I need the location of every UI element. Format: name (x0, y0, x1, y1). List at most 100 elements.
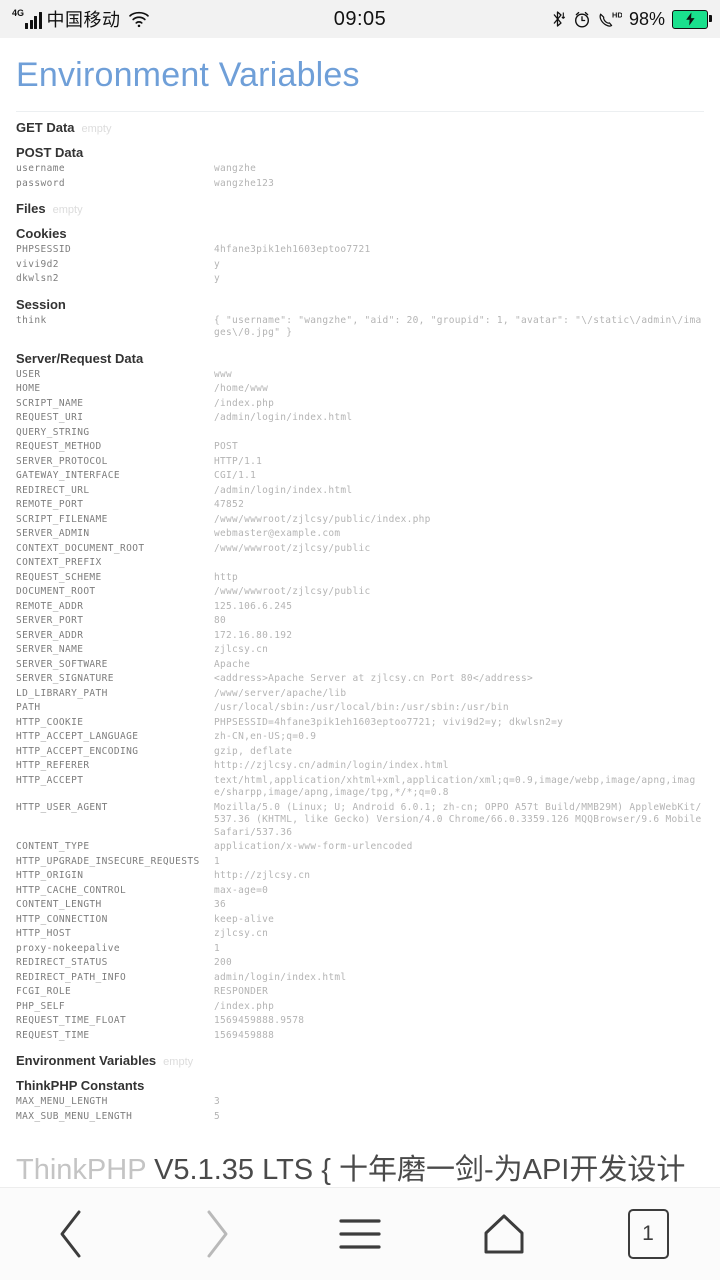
row-value: /usr/local/sbin:/usr/local/bin:/usr/sbin… (214, 702, 509, 713)
table-row: USER www (16, 368, 704, 383)
table-row: REQUEST_SCHEME http (16, 571, 704, 586)
section: Files empty (16, 201, 704, 216)
table-row: REDIRECT_URL/admin/login/index.html (16, 484, 704, 499)
row-value: /admin/login/index.html (214, 412, 353, 423)
row-value: http://zjlcsy.cn/admin/login/index.html (214, 760, 449, 771)
row-key: SERVER_NAME (16, 644, 84, 655)
row-key: HTTP_COOKIE (16, 716, 84, 728)
home-button[interactable] (449, 1198, 559, 1270)
table-row: HTTP_HOST zjlcsy.cn (16, 927, 704, 942)
table-row: PHP_SELF/index.php (16, 1000, 704, 1015)
table-row: CONTENT_TYPE application/x-www-form-urlen… (16, 840, 704, 855)
row-value: y (214, 258, 221, 270)
section-heading-label: POST Data (16, 145, 84, 160)
table-row: HOME/home/www (16, 382, 704, 397)
row-value: 172.16.80.192 (214, 629, 293, 641)
row-value: max-age=0 (214, 884, 269, 896)
table-row: SERVER_NAME zjlcsy.cn (16, 643, 704, 658)
row-value: CGI/1.1 (214, 470, 257, 481)
table-row: HTTP_USER_AGENT Mozilla/5.0 (Linux; U; An… (16, 801, 704, 841)
section-heading: Session (16, 297, 704, 312)
back-button[interactable] (17, 1198, 127, 1270)
row-value: 5 (214, 1110, 221, 1122)
row-key: SERVER_PROTOCOL (16, 455, 108, 467)
row-value: POST (214, 441, 239, 452)
row-value: admin/login/index.html (214, 971, 347, 983)
row-value: PHPSESSID=4hfane3pik1eh1603eptoo7721; vi… (214, 716, 564, 728)
row-value: /index.php (214, 397, 275, 409)
row-key: HTTP_ACCEPT (16, 774, 84, 786)
row-key: QUERY_STRING (16, 426, 90, 438)
table-row: proxy-nokeepalive 1 (16, 942, 704, 957)
thinkphp-label: ThinkPHP (16, 1154, 147, 1186)
table-row: SCRIPT_NAME/index.php (16, 397, 704, 412)
table-row: vivi9d2 y (16, 258, 704, 273)
section: ThinkPHP Constants MAX_MENU_LENGTH 3 MAX_SU… (16, 1078, 704, 1124)
row-value: 36 (214, 899, 227, 910)
svg-text:HD: HD (612, 10, 622, 19)
row-value: 125.106.6.245 (214, 600, 293, 612)
table-row: dkwlsn2 y (16, 272, 704, 287)
table-row: LD_LIBRARY_PATH/www/server/apache/lib (16, 687, 704, 702)
row-value: http (214, 571, 239, 583)
empty-badge: empty (52, 204, 83, 216)
sections-container: GET Data empty POST Data username wangzhe pas… (16, 120, 704, 1124)
row-key: password (16, 177, 65, 189)
row-key: USER (16, 368, 41, 380)
section: Cookies PHPSESSID 4hfane3pik1eh1603eptoo77… (16, 226, 704, 287)
tabs-button[interactable]: 1 (593, 1198, 703, 1270)
row-key: HTTP_UPGRADE_INSECURE_REQUESTS (16, 855, 200, 867)
empty-badge: empty (163, 1056, 194, 1068)
section-heading-label: ThinkPHP Constants (16, 1078, 145, 1093)
section-heading: Environment Variables empty (16, 1053, 704, 1068)
table-row: REQUEST_TIME 1569459888 (16, 1029, 704, 1044)
table-row: CONTEXT_DOCUMENT_ROOT/www/wwwroot/zjlcsy… (16, 542, 704, 557)
row-key: REMOTE_PORT (16, 499, 84, 510)
row-value: wangzhe (214, 163, 257, 174)
row-key: REDIRECT_STATUS (16, 957, 108, 968)
row-key: username (16, 163, 65, 174)
row-value: Apache (214, 658, 251, 670)
table-row: REQUEST_URI/admin/login/index.html (16, 411, 704, 426)
table-row: GATEWAY_INTERFACE CGI/1.1 (16, 469, 704, 484)
row-key: MAX_SUB_MENU_LENGTH (16, 1110, 133, 1122)
key-value-table: MAX_MENU_LENGTH 3 MAX_SUB_MENU_LENGTH 5 (16, 1095, 704, 1124)
table-row: PHPSESSID 4hfane3pik1eh1603eptoo7721 (16, 243, 704, 258)
row-key: SERVER_SIGNATURE (16, 673, 114, 684)
table-row: QUERY_STRING (16, 426, 704, 441)
browser-bottom-nav: 1 (0, 1187, 720, 1280)
section-heading-label: Files (16, 201, 46, 216)
row-key: REQUEST_TIME (16, 1029, 90, 1041)
status-bar-left: 4G 中国移动 (12, 6, 150, 32)
table-row: HTTP_ORIGIN http://zjlcsy.cn (16, 869, 704, 884)
table-row: SERVER_ADMIN webmaster@example.com (16, 527, 704, 542)
row-value: 1569459888.9578 (214, 1015, 305, 1026)
row-key: PATH (16, 702, 41, 713)
row-key: FCGI_ROLE (16, 986, 72, 997)
section-heading-label: Environment Variables (16, 1053, 157, 1068)
key-value-table: username wangzhe password wangzhe123 (16, 162, 704, 191)
table-row: HTTP_ACCEPT_ENCODING gzip, deflate (16, 745, 704, 760)
table-row: SERVER_PORT 80 (16, 614, 704, 629)
row-value: www (214, 368, 233, 380)
empty-badge: empty (81, 123, 112, 135)
row-value: <address>Apache Server at zjlcsy.cn Port… (214, 673, 534, 684)
row-key: REQUEST_URI (16, 412, 84, 423)
table-row: REMOTE_ADDR 125.106.6.245 (16, 600, 704, 615)
menu-button[interactable] (305, 1198, 415, 1270)
row-value (214, 556, 704, 571)
row-value: wangzhe123 (214, 177, 275, 189)
battery-charging-icon (672, 9, 712, 29)
table-row: HTTP_ACCEPT text/html,application/xhtml+x… (16, 774, 704, 801)
section-heading: Cookies (16, 226, 704, 241)
row-key: REDIRECT_PATH_INFO (16, 971, 127, 983)
row-key: CONTENT_LENGTH (16, 899, 102, 910)
row-key: HTTP_CONNECTION (16, 913, 108, 925)
row-value: 1 (214, 942, 221, 954)
battery-percent-label: 98% (628, 8, 665, 29)
row-value: HTTP/1.1 (214, 455, 263, 467)
row-key: REMOTE_ADDR (16, 600, 84, 612)
forward-button[interactable] (161, 1198, 271, 1270)
title-divider (16, 111, 704, 112)
section-heading-label: Cookies (16, 226, 67, 241)
